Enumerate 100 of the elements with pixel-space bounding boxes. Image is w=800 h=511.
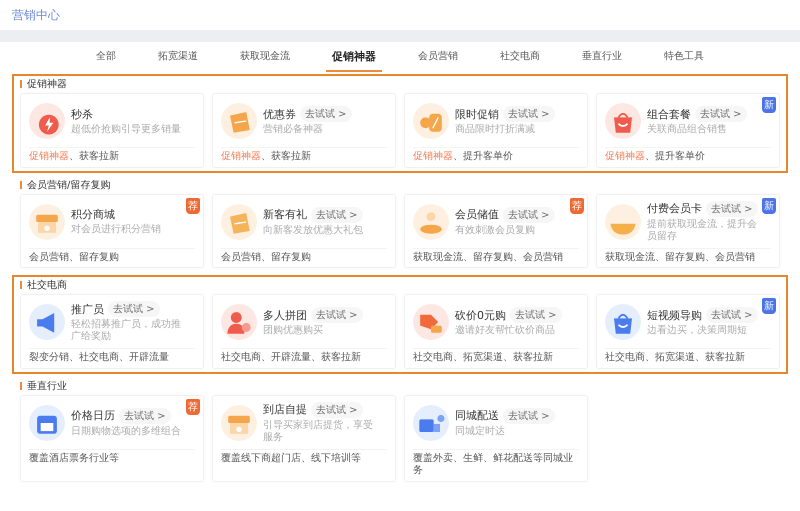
category-tab[interactable]: 特色工具 [658, 42, 710, 72]
tool-card[interactable]: 付费会员卡 去试试 > 提前获取现金流，提升会员留存 新 获取现金流、留存复购、会员营销 [596, 194, 780, 268]
tool-tag: 会员营销、留存复购 [29, 252, 119, 264]
try-button[interactable]: 去试试 > [311, 307, 363, 323]
lightning-icon [29, 103, 65, 139]
tool-description: 边看边买，决策周期短 [647, 325, 748, 337]
truck-icon [413, 404, 449, 440]
tool-title: 价格日历 [71, 408, 115, 423]
tag-badge: 荐 [570, 198, 584, 214]
tool-tag: 促销神器 [221, 151, 261, 164]
tool-title: 同城配送 [455, 408, 499, 423]
tool-tag: 社交电商、拓宽渠道、获客拉新 [413, 352, 553, 364]
category-tab[interactable]: 促销神器 [326, 42, 382, 72]
tool-description: 关联商品组合销售 [647, 124, 728, 136]
tool-tag: 促销神器 [29, 151, 69, 164]
section-title: 会员营销/留存复购 [27, 178, 110, 192]
tool-card[interactable]: 限时促销 去试试 > 商品限时打折满减 促销神器、提升客单价 [404, 93, 588, 168]
tool-description: 同城定时达 [455, 426, 506, 438]
tool-description: 超低价抢购引导更多销量 [71, 124, 181, 136]
try-button[interactable]: 去试试 > [108, 301, 160, 317]
tool-card[interactable]: 会员储值 去试试 > 有效刺激会员复购 荐 获取现金流、留存复购、会员营销 [404, 194, 588, 268]
tool-card[interactable]: 多人拼团 去试试 > 团购优惠购买 社交电商、开辟流量、获客拉新 [212, 294, 396, 368]
bag-icon [605, 103, 641, 139]
tool-tag: 社交电商、开辟流量、获客拉新 [221, 352, 361, 364]
tool-description: 对会员进行积分营销 [71, 224, 161, 236]
tool-card[interactable]: 新客有礼 去试试 > 向新客发放优惠大礼包 会员营销、留存复购 [212, 194, 396, 268]
store-icon [221, 404, 257, 440]
try-button[interactable]: 去试试 > [706, 307, 758, 323]
tool-card[interactable]: 价格日历 去试试 > 日期购物选项的多维组合 荐 覆盖酒店票务行业等 [20, 394, 204, 482]
try-button[interactable]: 去试试 > [706, 200, 758, 216]
tool-card[interactable]: 秒杀 超低价抢购引导更多销量 促销神器、获客拉新 [20, 93, 204, 168]
tool-description: 提前获取现金流，提升会员留存 [647, 218, 758, 242]
tag-badge: 新 [762, 198, 776, 214]
tool-description: 轻松招募推广员，成功推广给奖励 [71, 319, 182, 343]
tool-title: 优惠券 [263, 106, 296, 122]
tool-description: 引导买家到店提货，享受服务 [263, 420, 374, 444]
coupon-icon [221, 103, 257, 139]
tag-badge: 荐 [186, 198, 200, 214]
tool-tag: 、提升客单价 [453, 151, 513, 164]
tool-description: 营销必备神器 [263, 124, 324, 136]
category-tab[interactable]: 垂直行业 [576, 42, 628, 72]
tool-description: 向新客发放优惠大礼包 [263, 224, 363, 236]
tag-badge: 新 [762, 97, 776, 113]
try-button[interactable]: 去试试 > [503, 408, 555, 424]
tool-title: 多人拼团 [263, 308, 307, 322]
tool-description: 商品限时打折满减 [455, 124, 536, 136]
tool-card[interactable]: 积分商城 对会员进行积分营销 荐 会员营销、留存复购 [20, 194, 204, 268]
tag-badge: 荐 [186, 398, 200, 414]
tool-description: 有效刺激会员复购 [455, 224, 536, 236]
tool-tag: 获取现金流、留存复购、会员营销 [605, 252, 755, 264]
tool-card[interactable]: 短视频导购 去试试 > 边看边买，决策周期短 新 社交电商、拓宽渠道、获客拉新 [596, 294, 780, 368]
tool-title: 到店自提 [263, 402, 307, 417]
calendar-icon [29, 404, 65, 440]
tool-tag: 促销神器 [605, 151, 645, 164]
percent-icon [413, 103, 449, 139]
tool-title: 秒杀 [71, 106, 93, 122]
try-button[interactable]: 去试试 > [510, 307, 562, 323]
category-tab[interactable]: 获取现金流 [234, 42, 296, 72]
section-title: 社交电商 [27, 278, 67, 292]
tool-tag: 覆盖线下商超门店、线下培训等 [221, 452, 361, 465]
tag-badge: 新 [762, 298, 776, 314]
tool-title: 会员储值 [455, 207, 499, 222]
tool-description: 团购优惠购买 [263, 325, 324, 337]
tool-tag: 、获客拉新 [261, 151, 311, 164]
try-button[interactable]: 去试试 > [300, 106, 352, 122]
tool-tag: 、获客拉新 [69, 151, 119, 164]
try-button[interactable]: 去试试 > [119, 408, 171, 424]
people-icon [221, 304, 257, 340]
tool-card[interactable]: 到店自提 去试试 > 引导买家到店提货，享受服务 覆盖线下商超门店、线下培训等 [212, 394, 396, 482]
tool-card[interactable]: 推广员 去试试 > 轻松招募推广员，成功推广给奖励 裂变分销、社交电商、开辟流量 [20, 294, 204, 368]
try-button[interactable]: 去试试 > [503, 206, 555, 222]
tool-tag: 覆盖酒店票务行业等 [29, 452, 119, 465]
tool-title: 推广员 [71, 302, 104, 316]
megaphone-icon [29, 304, 65, 340]
try-button[interactable]: 去试试 > [695, 106, 747, 122]
tool-card[interactable]: 优惠券 去试试 > 营销必备神器 促销神器、获客拉新 [212, 93, 396, 168]
tool-title: 新客有礼 [263, 207, 307, 222]
bag-icon [605, 304, 641, 340]
store-icon [29, 204, 65, 240]
tool-card[interactable]: 同城配送 去试试 > 同城定时达 覆盖外卖、生鲜、鲜花配送等同城业务 [404, 394, 588, 482]
category-tab[interactable]: 会员营销 [412, 42, 464, 72]
tool-title: 组合套餐 [647, 106, 691, 122]
tool-tag: 促销神器 [413, 151, 453, 164]
tool-tag: 、提升客单价 [645, 151, 705, 164]
tool-tag: 获取现金流、留存复购、会员营销 [413, 252, 563, 264]
try-button[interactable]: 去试试 > [311, 402, 363, 418]
try-button[interactable]: 去试试 > [311, 206, 363, 222]
page-title: 营销中心 [12, 6, 60, 24]
category-tab[interactable]: 社交电商 [494, 42, 546, 72]
tool-card[interactable]: 组合套餐 去试试 > 关联商品组合销售 新 促销神器、提升客单价 [596, 93, 780, 168]
tool-title: 付费会员卡 [647, 201, 702, 216]
tag-icon [413, 304, 449, 340]
tool-description: 日期购物选项的多维组合 [71, 426, 181, 438]
section-title: 促销神器 [27, 78, 67, 91]
category-tab[interactable]: 全部 [90, 42, 122, 72]
tool-card[interactable]: 砍价0元购 去试试 > 邀请好友帮忙砍价商品 社交电商、拓宽渠道、获客拉新 [404, 294, 588, 368]
category-tab[interactable]: 拓宽渠道 [152, 42, 204, 72]
tool-tag: 社交电商、拓宽渠道、获客拉新 [605, 352, 745, 364]
tool-title: 砍价0元购 [455, 308, 506, 322]
try-button[interactable]: 去试试 > [503, 106, 555, 122]
